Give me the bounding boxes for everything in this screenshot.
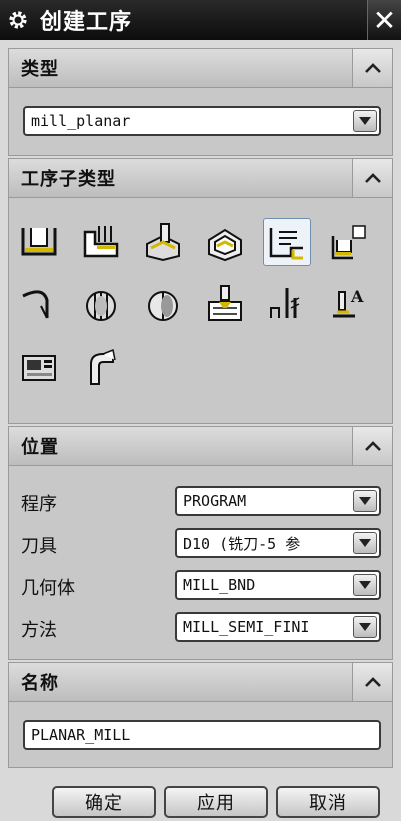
geometry-select[interactable]: MILL_BND xyxy=(175,570,381,600)
tool-select[interactable]: D10 (铣刀-5 参 xyxy=(175,528,381,558)
name-section-title: 名称 xyxy=(21,673,59,694)
dropdown-arrow-icon[interactable] xyxy=(353,532,377,554)
ok-button-label: 确定 xyxy=(85,793,123,814)
hole-chamfer-icon[interactable] xyxy=(201,280,249,328)
location-section-body: 程序 PROGRAM 刀具 D10 (铣刀-5 参 几何体 MILL_BND 方… xyxy=(8,466,393,660)
finish-walls-icon[interactable] xyxy=(77,280,125,328)
planar-profile-icon[interactable] xyxy=(325,218,373,266)
window-title: 创建工序 xyxy=(40,10,133,35)
chevron-up-icon[interactable] xyxy=(352,49,392,87)
method-value: MILL_SEMI_FINI xyxy=(183,618,310,636)
type-select-value: mill_planar xyxy=(31,112,131,130)
location-section-title: 位置 xyxy=(21,437,59,458)
chevron-up-icon[interactable] xyxy=(352,663,392,701)
dropdown-arrow-icon[interactable] xyxy=(353,616,377,638)
cancel-button-label: 取消 xyxy=(309,793,347,814)
subtype-section-title: 工序子类型 xyxy=(21,169,116,190)
thread-milling-icon[interactable] xyxy=(263,280,311,328)
dropdown-arrow-icon[interactable] xyxy=(353,574,377,596)
name-input[interactable]: PLANAR_MILL xyxy=(23,720,381,750)
mill-user-icon[interactable] xyxy=(77,344,125,392)
apply-button-label: 应用 xyxy=(197,793,235,814)
face-milling-area-icon[interactable] xyxy=(201,218,249,266)
ok-button[interactable]: 确定 xyxy=(52,786,156,818)
cancel-button[interactable]: 取消 xyxy=(276,786,380,818)
clean-up-corners-icon[interactable] xyxy=(15,280,63,328)
floor-wall-ipw-icon[interactable] xyxy=(77,218,125,266)
dropdown-arrow-icon[interactable] xyxy=(353,110,377,132)
floor-wall-icon[interactable] xyxy=(15,218,63,266)
method-label: 方法 xyxy=(21,620,57,641)
geometry-label: 几何体 xyxy=(21,578,75,599)
chevron-up-icon[interactable] xyxy=(352,427,392,465)
program-label: 程序 xyxy=(21,494,57,515)
apply-button[interactable]: 应用 xyxy=(164,786,268,818)
mill-control-icon[interactable] xyxy=(15,344,63,392)
type-select[interactable]: mill_planar xyxy=(23,106,381,136)
tool-label: 刀具 xyxy=(21,536,57,557)
type-section-title: 类型 xyxy=(21,59,59,80)
tool-value: D10 (铣刀-5 参 xyxy=(183,534,301,553)
svg-text:A: A xyxy=(350,287,364,306)
close-icon[interactable]: ✕ xyxy=(367,0,401,40)
title-bar: 创建工序 ✕ xyxy=(0,0,401,40)
subtype-icon-grid: A xyxy=(8,198,393,424)
finish-floor-icon[interactable] xyxy=(139,280,187,328)
planar-mill-icon[interactable] xyxy=(263,218,311,266)
type-section-body: mill_planar xyxy=(8,88,393,156)
subtype-section-header[interactable]: 工序子类型 xyxy=(8,158,393,198)
program-value: PROGRAM xyxy=(183,492,247,510)
name-section-body: PLANAR_MILL xyxy=(8,702,393,768)
dropdown-arrow-icon[interactable] xyxy=(353,490,377,512)
geometry-value: MILL_BND xyxy=(183,576,256,594)
program-select[interactable]: PROGRAM xyxy=(175,486,381,516)
planar-text-icon[interactable]: A xyxy=(325,280,373,328)
gear-icon xyxy=(4,0,32,40)
face-milling-icon[interactable] xyxy=(139,218,187,266)
type-section-header[interactable]: 类型 xyxy=(8,48,393,88)
name-section-header[interactable]: 名称 xyxy=(8,662,393,702)
chevron-up-icon[interactable] xyxy=(352,159,392,197)
location-section-header[interactable]: 位置 xyxy=(8,426,393,466)
name-value: PLANAR_MILL xyxy=(31,726,131,744)
method-select[interactable]: MILL_SEMI_FINI xyxy=(175,612,381,642)
